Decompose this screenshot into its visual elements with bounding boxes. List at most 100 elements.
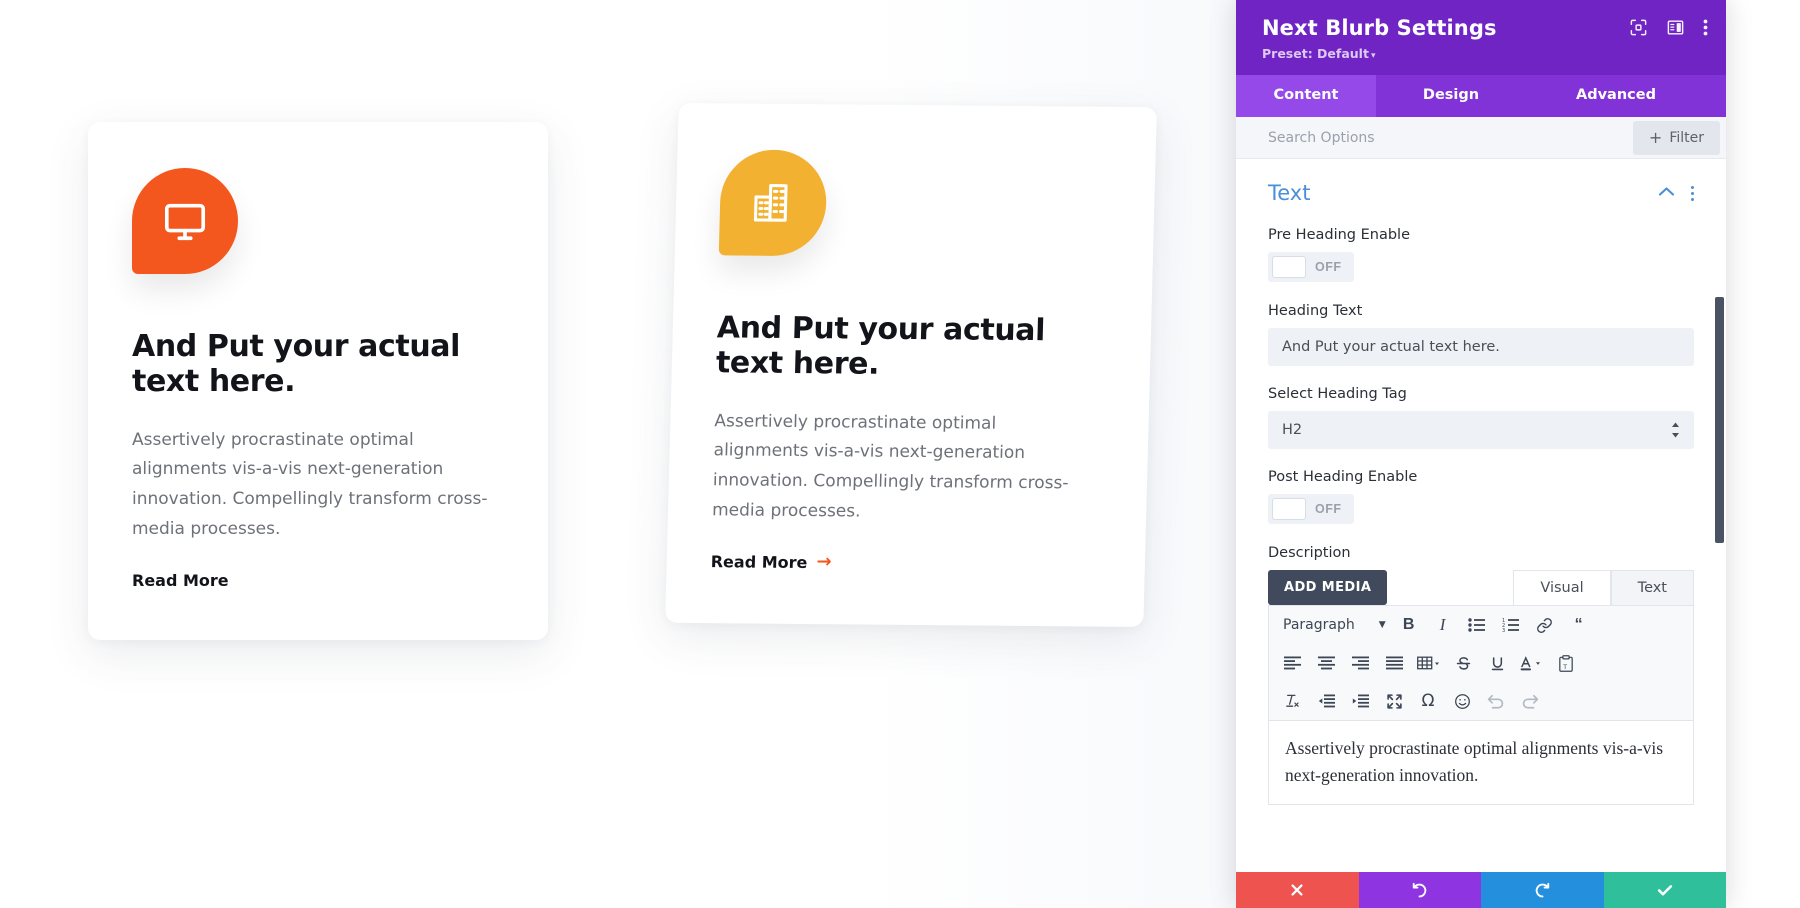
strikethrough-icon[interactable]: [1446, 648, 1480, 678]
section-controls: [1658, 184, 1694, 202]
editor-content[interactable]: Assertively procrastinate optimal alignm…: [1269, 720, 1693, 804]
tab-advanced[interactable]: Advanced: [1526, 75, 1706, 117]
filter-label: Filter: [1669, 129, 1704, 146]
read-more-link[interactable]: Read More: [132, 571, 229, 590]
blurb-card-1[interactable]: And Put your actual text here. Assertive…: [88, 122, 548, 640]
align-center-icon[interactable]: [1309, 648, 1343, 678]
heading-text-input[interactable]: [1268, 328, 1694, 366]
clear-formatting-icon[interactable]: [1275, 686, 1309, 716]
align-left-icon[interactable]: [1275, 648, 1309, 678]
field-heading-tag: Select Heading Tag: [1268, 386, 1694, 449]
panel-header-icons: [1629, 18, 1708, 37]
chevron-up-icon[interactable]: [1658, 184, 1675, 202]
panel-action-bar: [1236, 872, 1726, 908]
field-heading-text: Heading Text: [1268, 303, 1694, 366]
link-icon[interactable]: [1528, 610, 1562, 640]
redo-button[interactable]: [1481, 872, 1604, 908]
field-label: Select Heading Tag: [1268, 386, 1407, 402]
read-more-label: Read More: [132, 570, 229, 590]
card-description: Assertively procrastinate optimal alignm…: [132, 429, 488, 539]
tab-content[interactable]: Content: [1236, 75, 1376, 117]
add-media-button[interactable]: ADD MEDIA: [1268, 570, 1388, 605]
field-label: Description: [1268, 545, 1351, 561]
tab-visual[interactable]: Visual: [1513, 570, 1611, 605]
panel-tabs: Content Design Advanced: [1236, 75, 1726, 117]
paste-as-text-icon[interactable]: T: [1549, 648, 1583, 678]
editor-top-bar: ADD MEDIA Visual Text: [1268, 570, 1694, 605]
settings-panel: Next Blurb Settings Preset: Default ▾ Co…: [1236, 0, 1726, 908]
plus-icon: +: [1648, 128, 1663, 147]
field-post-heading-enable: Post Heading Enable OFF: [1268, 469, 1694, 525]
indent-icon[interactable]: [1343, 686, 1377, 716]
editor-toolbar-row-2: T: [1269, 644, 1693, 682]
underline-icon[interactable]: [1480, 648, 1514, 678]
emoji-icon[interactable]: [1445, 686, 1479, 716]
undo-button[interactable]: [1358, 872, 1481, 908]
chevron-down-icon: ▼: [1378, 620, 1386, 630]
italic-icon[interactable]: I: [1426, 610, 1460, 640]
bulleted-list-icon[interactable]: [1460, 610, 1494, 640]
monitor-icon: [162, 198, 208, 244]
align-justify-icon[interactable]: [1377, 648, 1411, 678]
panel-header: Next Blurb Settings Preset: Default ▾: [1236, 0, 1726, 75]
buildings-icon-badge: [718, 149, 828, 257]
card-title: And Put your actual text here.: [715, 310, 1046, 382]
chevron-down-icon: ▾: [1370, 51, 1376, 61]
preset-selector[interactable]: Preset: Default ▾: [1262, 46, 1700, 61]
fullscreen-icon[interactable]: [1377, 686, 1411, 716]
redo-icon[interactable]: [1513, 686, 1547, 716]
section-title: Text: [1268, 181, 1311, 205]
table-icon[interactable]: [1411, 648, 1446, 678]
tab-design[interactable]: Design: [1376, 75, 1526, 117]
toggle-knob: [1272, 256, 1306, 278]
bold-icon[interactable]: B: [1392, 610, 1426, 640]
text-section-header: Text: [1268, 181, 1694, 205]
format-select-value: Paragraph: [1283, 617, 1355, 633]
search-bar: + Filter: [1236, 117, 1726, 159]
toggle-knob: [1272, 498, 1306, 520]
field-label: Pre Heading Enable: [1268, 227, 1410, 243]
align-right-icon[interactable]: [1343, 648, 1377, 678]
pre-heading-toggle[interactable]: OFF: [1268, 252, 1354, 282]
format-select[interactable]: Paragraph ▼: [1275, 617, 1392, 633]
filter-button[interactable]: + Filter: [1632, 120, 1720, 155]
toggle-state: OFF: [1315, 502, 1342, 516]
editor-mode-tabs: Visual Text: [1513, 570, 1694, 605]
panel-scrollbar-thumb[interactable]: [1715, 297, 1724, 543]
field-label: Post Heading Enable: [1268, 469, 1418, 485]
blurb-card-2[interactable]: And Put your actual text here. Assertive…: [665, 103, 1157, 627]
layout-panel-icon[interactable]: [1666, 18, 1685, 37]
card-description: Assertively procrastinate optimal alignm…: [711, 410, 1069, 522]
preview-canvas: And Put your actual text here. Assertive…: [0, 0, 1236, 908]
text-color-icon[interactable]: [1514, 648, 1549, 678]
editor-toolbar-row-1: Paragraph ▼ B I 1 2 3 “: [1269, 606, 1693, 644]
more-vertical-icon[interactable]: [1691, 185, 1694, 201]
focus-target-icon[interactable]: [1629, 18, 1648, 37]
monitor-icon-badge: [132, 168, 238, 274]
panel-scroll-content: Text Pre Heading Enable OFF Heading Text…: [1236, 159, 1726, 805]
arrow-right-icon: →: [816, 551, 832, 573]
cancel-button[interactable]: [1236, 872, 1359, 908]
panel-scrollbar-track[interactable]: [1715, 159, 1725, 908]
read-more-link[interactable]: Read More →: [710, 551, 832, 573]
save-button[interactable]: [1603, 872, 1726, 908]
card-title: And Put your actual text here.: [132, 329, 461, 399]
undo-icon[interactable]: [1479, 686, 1513, 716]
svg-text:T: T: [1562, 663, 1567, 670]
numbered-list-icon[interactable]: 1 2 3: [1494, 610, 1528, 640]
field-label: Heading Text: [1268, 303, 1363, 319]
outdent-icon[interactable]: [1309, 686, 1343, 716]
svg-text:3: 3: [1502, 628, 1505, 632]
preset-label: Preset: Default: [1262, 46, 1369, 61]
editor-toolbar-row-3: Ω: [1269, 682, 1693, 720]
search-input[interactable]: [1268, 129, 1633, 146]
panel-body: Text Pre Heading Enable OFF Heading Text…: [1236, 159, 1726, 908]
post-heading-toggle[interactable]: OFF: [1268, 494, 1354, 524]
field-pre-heading-enable: Pre Heading Enable OFF: [1268, 227, 1694, 283]
more-vertical-icon[interactable]: [1703, 18, 1708, 37]
heading-tag-select[interactable]: [1268, 411, 1694, 449]
read-more-label: Read More: [710, 551, 808, 572]
special-character-icon[interactable]: Ω: [1411, 686, 1445, 716]
tab-text[interactable]: Text: [1610, 570, 1694, 605]
blockquote-icon[interactable]: “: [1562, 610, 1596, 640]
